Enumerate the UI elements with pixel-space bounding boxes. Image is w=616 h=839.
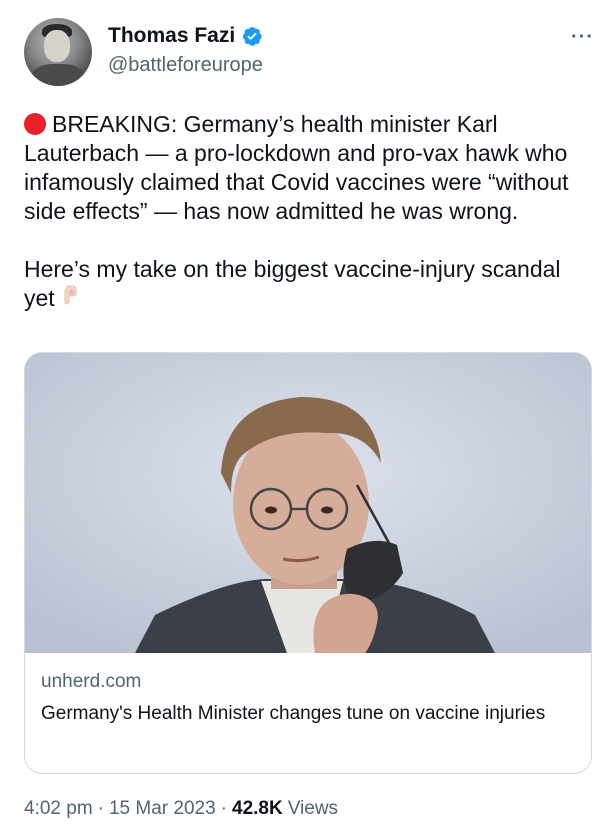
avatar-body [32,64,84,86]
tweet-paragraph-1: BREAKING: Germany’s health minister Karl… [24,110,584,226]
footer-separator-2: · [220,798,227,819]
avatar[interactable] [24,18,92,86]
more-options-icon[interactable]: ··· [571,26,594,49]
link-card-domain: unherd.com [41,671,142,692]
portrait-image [25,353,591,653]
views-label: Views [287,798,339,819]
verified-badge-icon [243,27,262,46]
tweet-paragraph-2: Here’s my take on the biggest vaccine-in… [24,255,584,313]
tweet-footer: 4:02 pm · 15 Mar 2023 · 42.8K Views [24,798,338,820]
tweet-header: Thomas Fazi @battleforeurope ··· [24,16,594,90]
tweet-text: BREAKING: Germany’s health minister Karl… [24,110,584,313]
avatar-face [44,30,70,62]
link-card-title[interactable]: Germany's Health Minister changes tune o… [41,701,577,726]
display-name[interactable]: Thomas Fazi [108,24,235,48]
tweet-date[interactable]: 15 Mar 2023 [109,798,216,820]
link-card-meta: unherd.com Germany's Health Minister cha… [41,671,577,726]
tweet-paragraph-1-text: BREAKING: Germany’s health minister Karl… [24,111,569,224]
red-circle-icon [24,113,46,135]
link-card-image[interactable] [25,353,591,653]
link-card[interactable]: unherd.com Germany's Health Minister cha… [24,352,592,774]
tweet-time[interactable]: 4:02 pm [24,798,93,820]
views-count: 42.8K [232,798,283,819]
user-handle[interactable]: @battleforeurope [108,54,263,77]
tweet-paragraph-2-text: Here’s my take on the biggest vaccine-in… [24,256,561,311]
footer-separator: · [97,798,104,819]
backhand-index-pointing-down-icon [64,285,77,305]
name-row: Thomas Fazi [108,24,263,48]
